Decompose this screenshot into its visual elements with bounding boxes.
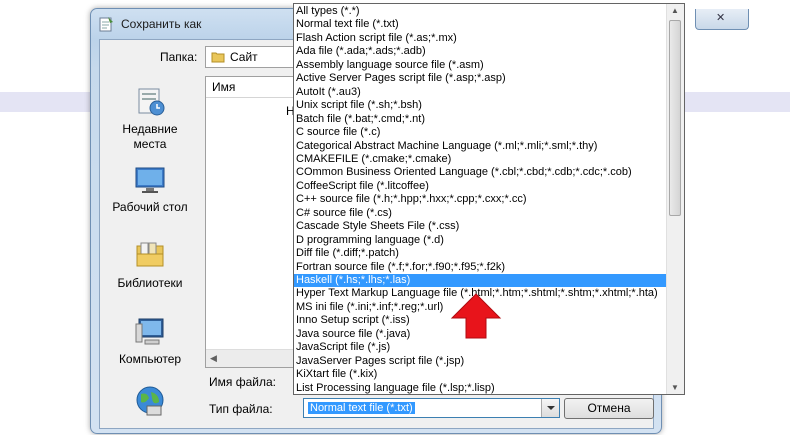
dropdown-item[interactable]: Diff file (*.diff;*.patch): [294, 247, 667, 260]
places-bar: Недавние места Рабочий стол Библиотеки К…: [104, 74, 196, 420]
scroll-thumb[interactable]: [669, 20, 681, 216]
place-network[interactable]: [104, 384, 196, 422]
folder-combo[interactable]: Сайт: [205, 46, 305, 68]
place-recent-label2: места: [133, 137, 167, 151]
file-list-hscrollbar[interactable]: ◀: [206, 349, 304, 367]
place-recent[interactable]: Недавние места: [104, 86, 196, 152]
desktop-icon: [135, 167, 165, 193]
place-libraries[interactable]: Библиотеки: [104, 240, 196, 291]
dropdown-item[interactable]: Active Server Pages script file (*.asp;*…: [294, 72, 667, 85]
place-recent-label1: Недавние: [122, 122, 178, 136]
file-list[interactable]: Имя Не ◀: [205, 76, 305, 368]
dropdown-item[interactable]: Assembly language source file (*.asm): [294, 59, 667, 72]
place-computer-label: Компьютер: [118, 352, 182, 366]
recent-places-icon: [138, 88, 165, 116]
dropdown-item[interactable]: COmmon Business Oriented Language (*.cbl…: [294, 166, 667, 179]
filetype-value: Normal text file (*.txt): [308, 402, 415, 414]
dropdown-item[interactable]: All types (*.*): [294, 5, 667, 18]
dropdown-item[interactable]: Batch file (*.bat;*.cmd;*.nt): [294, 113, 667, 126]
red-arrow-icon: [450, 293, 502, 339]
place-computer[interactable]: Компьютер: [104, 316, 196, 367]
scroll-down-icon[interactable]: ▼: [671, 383, 679, 392]
dropdown-vscrollbar[interactable]: ▲ ▼: [666, 4, 684, 394]
dropdown-item[interactable]: C source file (*.c): [294, 126, 667, 139]
dropdown-item-selected[interactable]: Haskell (*.hs;*.lhs;*.las): [294, 274, 667, 287]
dropdown-item[interactable]: KiXtart file (*.kix): [294, 368, 667, 381]
dialog-title: Сохранить как: [121, 17, 202, 31]
dropdown-item[interactable]: C++ source file (*.h;*.hpp;*.hxx;*.cpp;*…: [294, 193, 667, 206]
filename-label: Имя файла:: [209, 375, 276, 389]
cancel-button[interactable]: Отмена: [564, 398, 654, 419]
place-desktop-label: Рабочий стол: [112, 200, 188, 214]
column-header-name-label: Имя: [212, 80, 236, 94]
libraries-icon: [136, 242, 164, 267]
dropdown-item[interactable]: CoffeeScript file (*.litcoffee): [294, 180, 667, 193]
close-button[interactable]: [695, 9, 749, 30]
dropdown-item[interactable]: C# source file (*.cs): [294, 207, 667, 220]
dropdown-item[interactable]: List Processing language file (*.lsp;*.l…: [294, 382, 667, 394]
dropdown-item[interactable]: Ada file (*.ada;*.ads;*.adb): [294, 45, 667, 58]
folder-label: Папка:: [160, 50, 198, 64]
filetype-label: Тип файла:: [209, 402, 273, 416]
dropdown-item[interactable]: Cascade Style Sheets File (*.css): [294, 220, 667, 233]
chevron-down-icon[interactable]: [541, 399, 559, 417]
dropdown-item[interactable]: Categorical Abstract Machine Language (*…: [294, 140, 667, 153]
computer-icon: [135, 318, 164, 345]
dropdown-item[interactable]: JavaScript file (*.js): [294, 341, 667, 354]
scroll-left-icon[interactable]: ◀: [210, 353, 217, 364]
network-icon: [136, 386, 164, 416]
dropdown-item[interactable]: D programming language (*.d): [294, 234, 667, 247]
dropdown-item[interactable]: Normal text file (*.txt): [294, 18, 667, 31]
dropdown-item[interactable]: CMAKEFILE (*.cmake;*.cmake): [294, 153, 667, 166]
dropdown-item[interactable]: Unix script file (*.sh;*.bsh): [294, 99, 667, 112]
place-desktop[interactable]: Рабочий стол: [104, 166, 196, 215]
dropdown-item[interactable]: Flash Action script file (*.as;*.mx): [294, 32, 667, 45]
dropdown-item[interactable]: JavaServer Pages script file (*.jsp): [294, 355, 667, 368]
notepad-icon: [99, 17, 113, 32]
folder-icon: [211, 52, 225, 63]
dropdown-item[interactable]: Fortran source file (*.f;*.for;*.f90;*.f…: [294, 261, 667, 274]
filetype-combo[interactable]: Normal text file (*.txt): [303, 398, 560, 418]
place-libraries-label: Библиотеки: [117, 276, 183, 290]
folder-value: Сайт: [230, 50, 258, 64]
scroll-up-icon[interactable]: ▲: [671, 6, 679, 15]
column-header-name[interactable]: Имя: [206, 77, 304, 98]
dropdown-item[interactable]: AutoIt (*.au3): [294, 86, 667, 99]
